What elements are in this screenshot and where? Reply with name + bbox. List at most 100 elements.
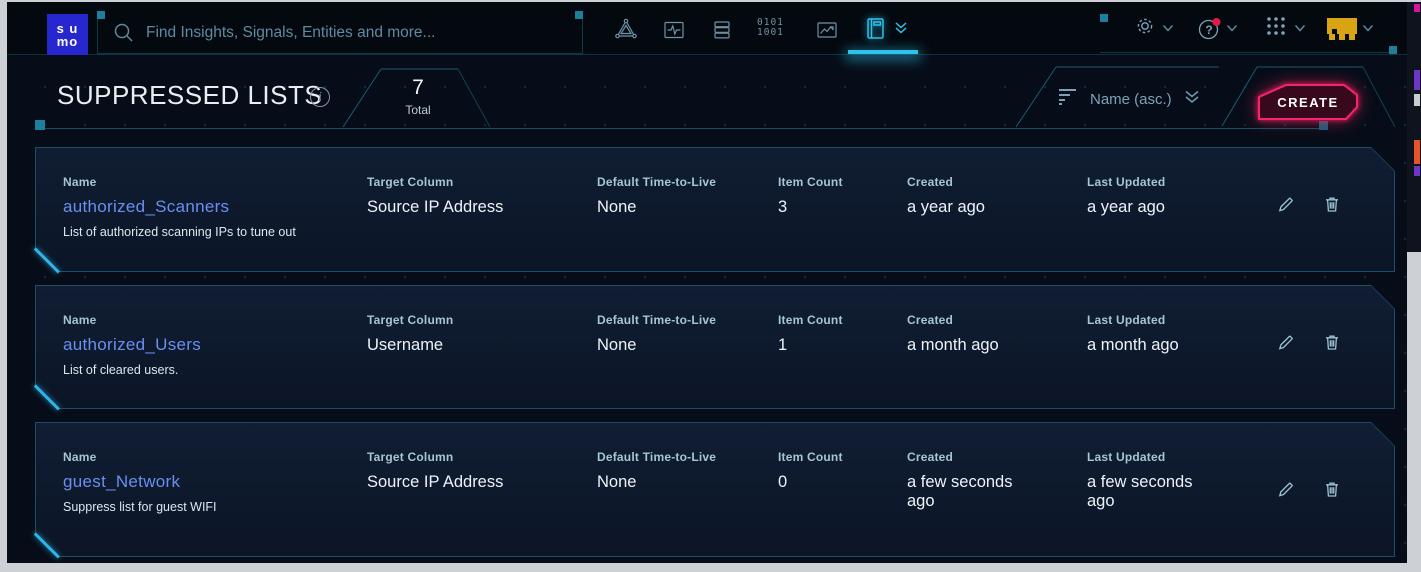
search-corner-accent — [575, 11, 583, 19]
target-column-value: Source IP Address — [367, 473, 577, 492]
search-input[interactable] — [136, 24, 582, 42]
help-menu[interactable]: ? — [1197, 2, 1238, 55]
nav-signals-icon[interactable] — [662, 18, 686, 47]
minimap-mark — [1414, 140, 1420, 164]
column-header-created: Created — [907, 313, 1032, 327]
target-column: Target Column Source IP Address — [367, 450, 577, 492]
app-page: s u mo — [7, 2, 1407, 563]
create-button[interactable]: CREATE — [1258, 84, 1358, 120]
sort-control[interactable]: Name (asc.) — [1059, 88, 1201, 111]
suppressed-list-card[interactable]: Name guest_Network Suppress list for gue… — [35, 422, 1395, 557]
suppressed-list-card[interactable]: Name authorized_Scanners List of authori… — [35, 147, 1395, 272]
search-corner-accent — [97, 11, 105, 19]
sort-label: Name (asc.) — [1090, 91, 1172, 108]
scrollbar-track[interactable] — [1407, 0, 1421, 572]
last-updated-value: a year ago — [1087, 198, 1212, 217]
suppressed-list-card[interactable]: Name authorized_Users List of cleared us… — [35, 285, 1395, 409]
edit-icon[interactable] — [1275, 478, 1297, 505]
item-count-value: 0 — [778, 473, 883, 492]
grid-apps-icon — [1263, 13, 1289, 44]
gear-icon — [1133, 14, 1157, 43]
item-count-value: 1 — [778, 336, 883, 355]
created-column: Created a year ago — [907, 175, 1032, 217]
item-count-column: Item Count 1 — [778, 313, 883, 355]
nav-frame-accent — [1100, 14, 1108, 22]
minimap-mark — [1414, 70, 1420, 90]
sort-icon — [1059, 88, 1079, 111]
target-column-value: Source IP Address — [367, 198, 577, 217]
column-header-target: Target Column — [367, 450, 577, 464]
delete-icon[interactable] — [1321, 478, 1343, 505]
total-value: 7 — [386, 76, 450, 100]
chevron-down-icon — [1162, 20, 1174, 38]
records-icon-line2: 1001 — [757, 28, 784, 38]
column-header-ttl: Default Time-to-Live — [597, 450, 762, 464]
ttl-column: Default Time-to-Live None — [597, 313, 762, 355]
column-header-item-count: Item Count — [778, 175, 883, 189]
chevron-down-icon — [1226, 20, 1238, 38]
delete-icon[interactable] — [1321, 331, 1343, 358]
minimap-mark — [1414, 4, 1420, 12]
ttl-value: None — [597, 198, 762, 217]
create-button-label: CREATE — [1258, 84, 1358, 120]
list-name-link[interactable]: authorized_Users — [63, 335, 353, 355]
item-count-column: Item Count 0 — [778, 450, 883, 492]
ttl-column: Default Time-to-Live None — [597, 450, 762, 492]
column-header-target: Target Column — [367, 313, 577, 327]
nav-frame-accent — [1389, 46, 1397, 54]
column-header-target: Target Column — [367, 175, 577, 189]
ttl-value: None — [597, 336, 762, 355]
created-column: Created a few seconds ago — [907, 450, 1032, 511]
column-header-name: Name — [63, 450, 353, 464]
list-description: Suppress list for guest WIFI — [63, 500, 353, 514]
column-header-last-updated: Last Updated — [1087, 175, 1212, 189]
main-content: SUPPRESSED LISTS i 7 Total Name (asc.) — [7, 56, 1407, 563]
nav-section-chevron-icon[interactable] — [893, 20, 909, 41]
ttl-column: Default Time-to-Live None — [597, 175, 762, 217]
created-value: a few seconds ago — [907, 473, 1032, 511]
nav-visualizations-icon[interactable] — [815, 18, 839, 47]
chevron-down-icon — [1294, 20, 1306, 38]
list-name-link[interactable]: authorized_Scanners — [63, 197, 353, 217]
column-header-item-count: Item Count — [778, 450, 883, 464]
column-header-created: Created — [907, 175, 1032, 189]
edit-icon[interactable] — [1275, 193, 1297, 220]
column-header-item-count: Item Count — [778, 313, 883, 327]
column-header-name: Name — [63, 175, 353, 189]
logo-text-line1: s u — [57, 22, 79, 35]
delete-icon[interactable] — [1321, 193, 1343, 220]
column-header-last-updated: Last Updated — [1087, 313, 1212, 327]
apps-menu[interactable] — [1263, 2, 1306, 55]
item-count-column: Item Count 3 — [778, 175, 883, 217]
nav-content-library-icon[interactable] — [862, 15, 889, 47]
last-updated-value: a month ago — [1087, 336, 1212, 355]
list-name-link[interactable]: guest_Network — [63, 472, 353, 492]
total-counter: 7 Total — [386, 76, 450, 117]
row-actions — [1275, 193, 1343, 220]
nav-insights-icon[interactable] — [613, 16, 639, 47]
name-column: Name guest_Network Suppress list for gue… — [63, 450, 353, 514]
help-icon: ? — [1197, 17, 1221, 41]
page-title: SUPPRESSED LISTS — [57, 80, 322, 111]
scrollbar-thumb[interactable] — [1407, 2, 1421, 252]
user-menu[interactable] — [1327, 2, 1374, 55]
info-icon[interactable]: i — [310, 87, 330, 107]
last-updated-column: Last Updated a month ago — [1087, 313, 1212, 355]
nav-records-icon[interactable]: 0101 1001 — [757, 18, 784, 38]
total-label: Total — [386, 103, 450, 117]
column-header-name: Name — [63, 313, 353, 327]
sumo-logo[interactable]: s u mo — [47, 14, 88, 55]
target-column-value: Username — [367, 336, 577, 355]
row-actions — [1275, 478, 1343, 505]
screenshot-frame: s u mo — [0, 0, 1421, 572]
chevron-down-icon — [1362, 20, 1374, 38]
settings-menu[interactable] — [1133, 2, 1174, 55]
last-updated-column: Last Updated a few seconds ago — [1087, 450, 1212, 511]
nav-entities-icon[interactable] — [710, 18, 734, 47]
list-description: List of authorized scanning IPs to tune … — [63, 225, 353, 239]
list-description: List of cleared users. — [63, 363, 353, 377]
created-value: a year ago — [907, 198, 1032, 217]
target-column: Target Column Source IP Address — [367, 175, 577, 217]
edit-icon[interactable] — [1275, 331, 1297, 358]
logo-text-line2: mo — [57, 35, 79, 48]
